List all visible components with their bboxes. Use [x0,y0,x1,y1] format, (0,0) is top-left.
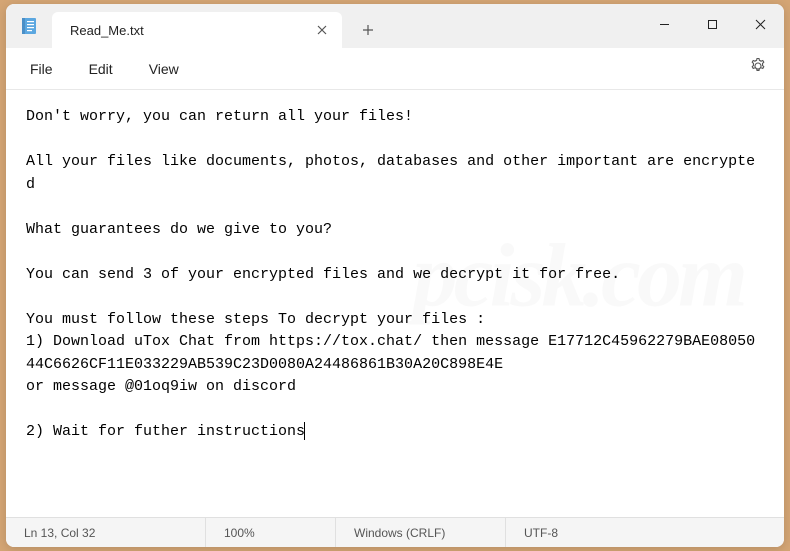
status-cursor-position[interactable]: Ln 13, Col 32 [6,518,206,547]
statusbar: Ln 13, Col 32 100% Windows (CRLF) UTF-8 [6,517,784,547]
gear-icon [749,57,767,80]
close-tab-icon[interactable] [314,22,330,38]
settings-button[interactable] [744,55,772,83]
menubar: File Edit View [6,48,784,90]
close-window-button[interactable] [736,4,784,44]
new-tab-button[interactable] [350,12,386,48]
tab-title: Read_Me.txt [70,23,302,38]
minimize-button[interactable] [640,4,688,44]
maximize-button[interactable] [688,4,736,44]
status-zoom[interactable]: 100% [206,518,336,547]
status-encoding[interactable]: UTF-8 [506,518,576,547]
document-text: Don't worry, you can return all your fil… [26,108,755,440]
text-cursor [304,422,305,440]
content-area: Don't worry, you can return all your fil… [6,90,784,517]
status-line-ending[interactable]: Windows (CRLF) [336,518,506,547]
menu-edit[interactable]: Edit [71,55,131,83]
menu-file[interactable]: File [12,55,71,83]
notepad-icon [20,17,38,35]
tab[interactable]: Read_Me.txt [52,12,342,48]
notepad-window: pcisk.com Read_Me.txt [6,4,784,547]
text-editor[interactable]: Don't worry, you can return all your fil… [6,90,784,517]
window-controls [640,4,784,44]
titlebar: Read_Me.txt [6,4,784,48]
menu-view[interactable]: View [131,55,197,83]
